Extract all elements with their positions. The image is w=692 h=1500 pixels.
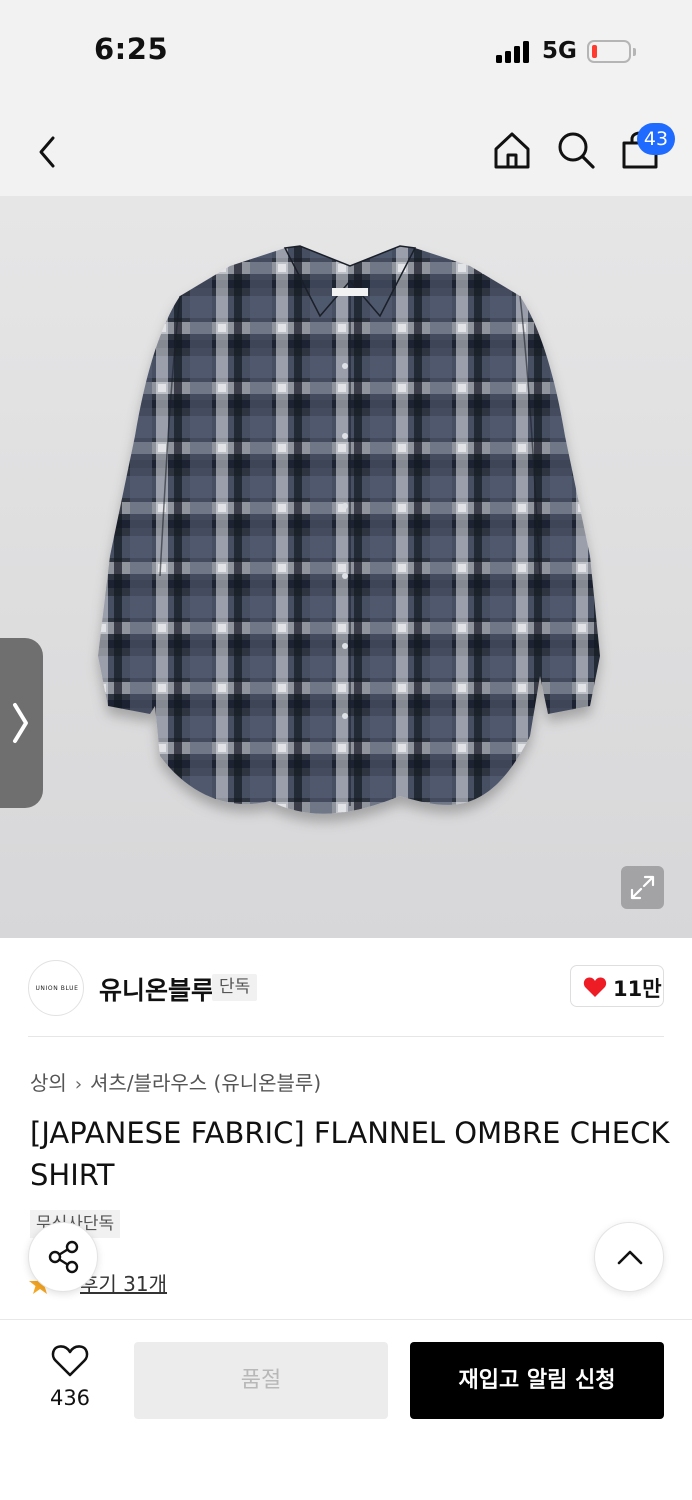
chevron-left-icon [39, 136, 55, 168]
signal-strength-icon [496, 41, 532, 63]
divider [28, 1036, 664, 1037]
side-drawer-tab[interactable] [0, 638, 43, 808]
share-button[interactable] [28, 1222, 98, 1292]
brand-row: UNION BLUE 유니온블루 단독 11만 [0, 938, 692, 1038]
status-bar: 6:25 5G [0, 0, 692, 100]
sold-out-button: 품절 [134, 1342, 388, 1419]
chevron-up-icon [617, 1250, 643, 1265]
status-time: 6:25 [94, 32, 169, 66]
battery-level-fill [592, 45, 597, 58]
home-icon [494, 132, 530, 169]
brand-like-button[interactable]: 11만 [570, 965, 664, 1007]
wishlist-count: 436 [49, 1386, 91, 1410]
breadcrumb-level1[interactable]: 상의 [30, 1071, 67, 1095]
app-header [0, 100, 692, 196]
heart-outline-icon [51, 1345, 89, 1377]
brand-name[interactable]: 유니온블루 [99, 971, 214, 1007]
search-icon [558, 132, 595, 169]
cart-count-badge: 43 [637, 123, 675, 155]
network-type: 5G [542, 38, 577, 64]
wishlist-button[interactable]: 436 [30, 1340, 110, 1420]
back-button[interactable] [26, 130, 70, 174]
chevron-right-icon: › [74, 1074, 83, 1095]
home-button[interactable] [490, 128, 534, 172]
product-image-gallery[interactable] [0, 196, 692, 938]
search-button[interactable] [554, 128, 598, 172]
restock-alert-button[interactable]: 재입고 알림 신청 [410, 1342, 664, 1419]
brand-logo[interactable]: UNION BLUE [28, 960, 84, 1016]
breadcrumb: 상의 › 셔츠/블라우스 (유니온블루) [30, 1067, 321, 1096]
brand-like-count: 11만 [613, 977, 662, 1001]
bottom-action-bar: 436 품절 재입고 알림 신청 [0, 1319, 692, 1500]
product-image [98, 245, 600, 814]
heart-filled-icon [583, 977, 607, 997]
expand-image-button[interactable] [621, 866, 664, 909]
breadcrumb-level2[interactable]: 셔츠/블라우스 (유니온블루) [90, 1071, 321, 1095]
battery-icon [587, 40, 636, 63]
scroll-to-top-button[interactable] [594, 1222, 664, 1292]
brand-logo-text: UNION BLUE [35, 985, 79, 992]
expand-icon [630, 875, 655, 900]
exclusive-tag: 단독 [212, 974, 258, 1001]
share-icon [48, 1240, 79, 1274]
chevron-right-icon [13, 703, 28, 743]
product-title: [JAPANESE FABRIC] FLANNEL OMBRE CHECK SH… [30, 1116, 670, 1192]
